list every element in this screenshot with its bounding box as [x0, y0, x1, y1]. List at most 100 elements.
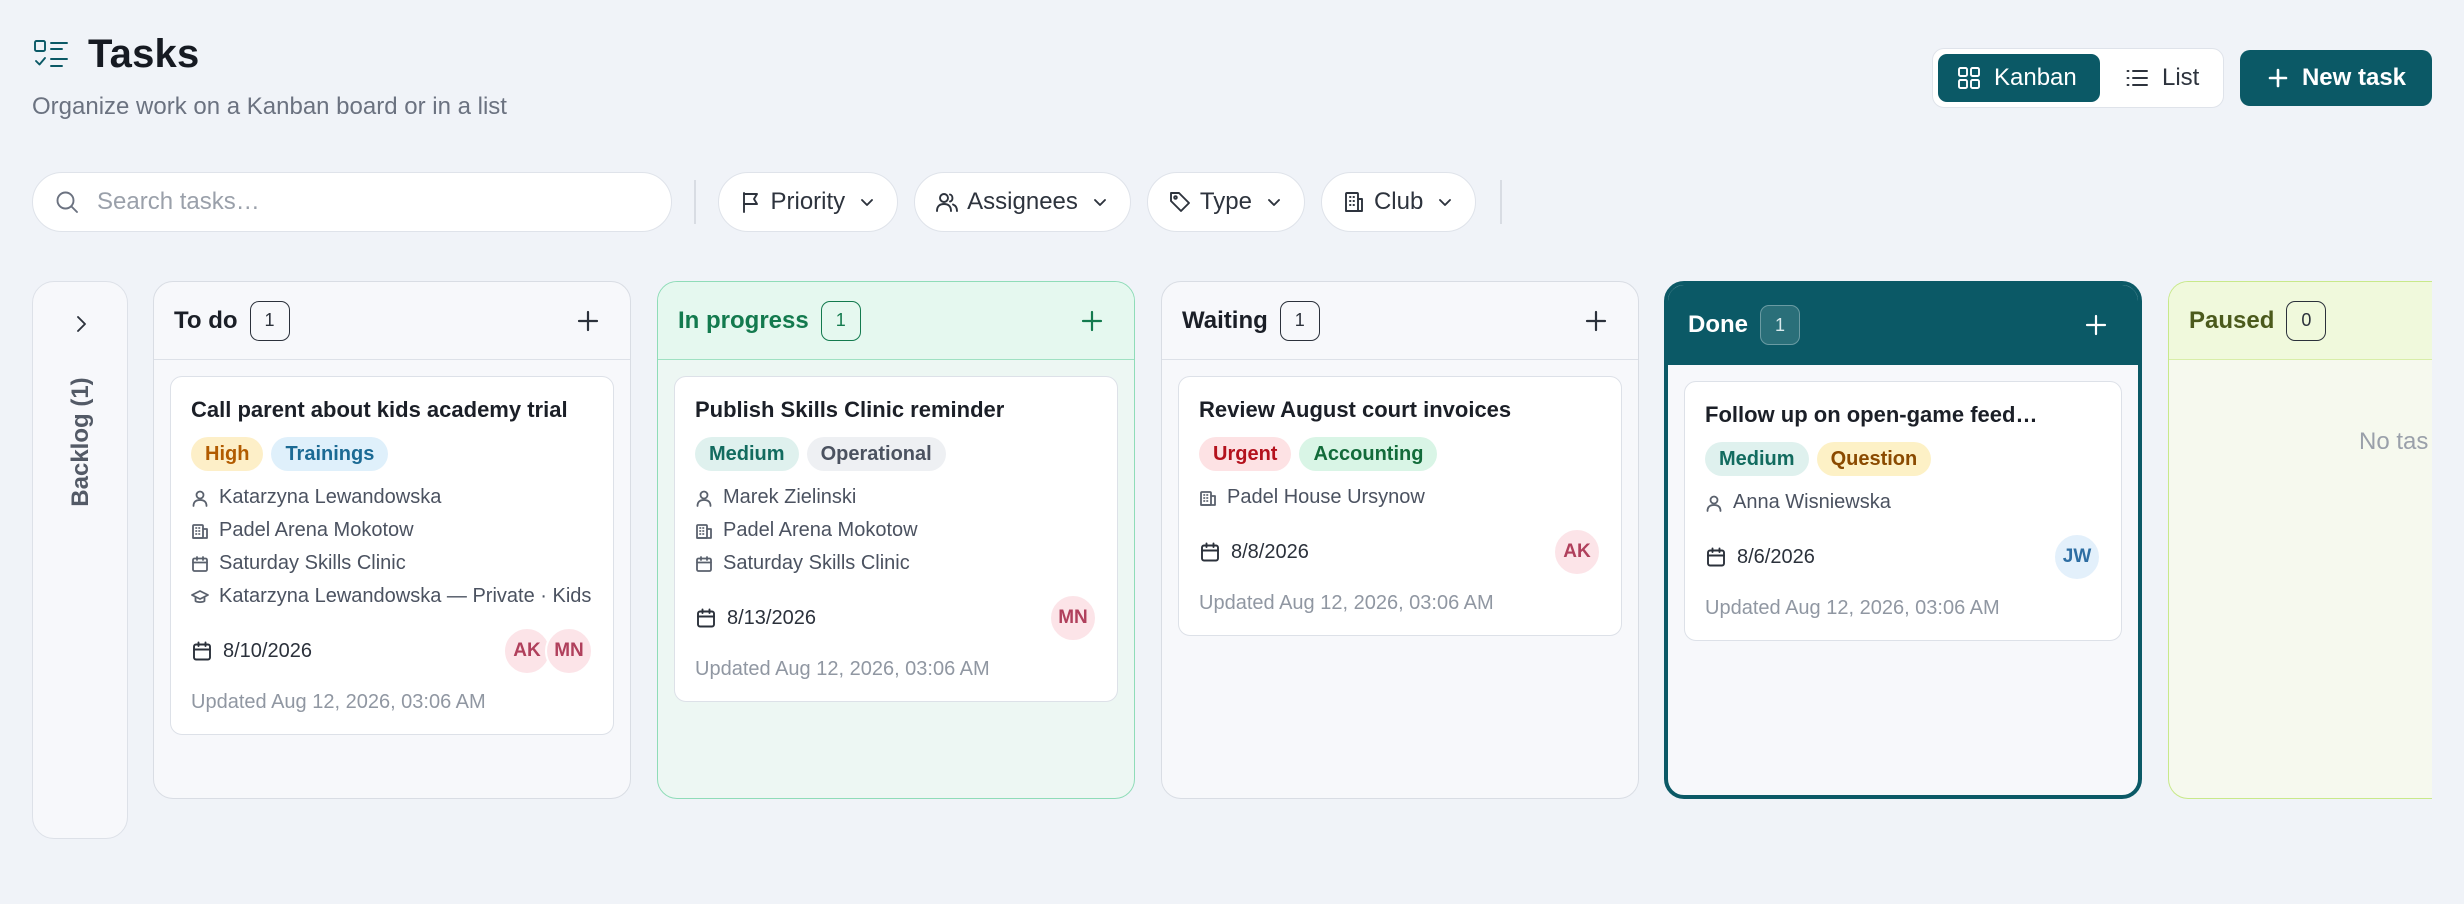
- avatar: AK: [503, 627, 551, 675]
- column-title: In progress: [678, 306, 809, 334]
- task-title: Publish Skills Clinic reminder: [695, 397, 1005, 422]
- priority-tag: Medium: [695, 437, 799, 471]
- building-icon: [1342, 190, 1366, 214]
- empty-state-text: No tas: [2359, 428, 2429, 455]
- page-title: Tasks: [88, 32, 200, 76]
- user-icon: [1705, 494, 1723, 512]
- due-date: 8/8/2026: [1199, 541, 1309, 564]
- task-title: Review August court invoices: [1199, 397, 1512, 422]
- column-todo: To do 1 Call parent about kids academy t…: [153, 281, 631, 799]
- due-date: 8/13/2026: [695, 607, 816, 630]
- backlog-label: Backlog (1): [67, 377, 94, 507]
- add-task-icon[interactable]: [1078, 307, 1106, 335]
- priority-label: Priority: [770, 188, 846, 215]
- divider: [694, 180, 696, 224]
- column-count: 1: [1760, 305, 1800, 345]
- chevron-down-icon: [1435, 192, 1455, 212]
- type-tag: Trainings: [271, 437, 389, 471]
- flag-icon: [739, 190, 763, 214]
- divider: [1500, 180, 1502, 224]
- plus-icon: [2266, 66, 2290, 90]
- column-header: Paused 0: [2169, 282, 2432, 360]
- due-date: 8/6/2026: [1705, 546, 1815, 569]
- column-done: Done 1 Follow up on open-game feed… Medi…: [1664, 281, 2142, 799]
- priority-filter[interactable]: Priority: [717, 172, 899, 232]
- search-box: [32, 172, 672, 232]
- backlog-column-collapsed[interactable]: Backlog (1): [32, 281, 128, 839]
- graduation-cap-icon: [191, 588, 209, 606]
- view-toggle: Kanban List: [1932, 48, 2224, 108]
- column-title: Paused: [2189, 306, 2275, 334]
- assignee-row: Anna Wisniewska: [1705, 486, 2101, 519]
- column-in-progress: In progress 1 Publish Skills Clinic remi…: [657, 281, 1135, 799]
- task-card[interactable]: Review August court invoices Urgent Acco…: [1178, 376, 1622, 636]
- building-icon: [695, 522, 713, 540]
- column-header: Waiting 1: [1162, 282, 1638, 360]
- new-task-button[interactable]: New task: [2240, 50, 2432, 106]
- column-title: Done: [1688, 311, 1748, 338]
- kanban-view-button[interactable]: Kanban: [1938, 54, 2100, 102]
- club-name: Padel House Ursynow: [1227, 486, 1425, 508]
- type-tag: Operational: [806, 437, 946, 471]
- column-waiting: Waiting 1 Review August court invoices U…: [1161, 281, 1639, 799]
- event-row: Saturday Skills Clinic: [191, 547, 593, 580]
- avatar: JW: [2053, 533, 2101, 581]
- column-header: Done 1: [1668, 285, 2138, 365]
- due-date-text: 8/10/2026: [223, 639, 312, 662]
- task-list-icon: [32, 36, 70, 74]
- type-tag: Question: [1816, 442, 1932, 476]
- chevron-down-icon: [1264, 192, 1284, 212]
- column-header: To do 1: [154, 282, 630, 360]
- due-date-text: 8/13/2026: [727, 606, 816, 629]
- avatar: MN: [545, 627, 593, 675]
- assignee-row: Marek Zielinski: [695, 481, 1097, 514]
- search-input[interactable]: [97, 188, 637, 216]
- kanban-label: Kanban: [1994, 64, 2077, 91]
- column-paused: Paused 0 No tas: [2168, 281, 2432, 799]
- tag-icon: [1168, 190, 1192, 214]
- type-filter[interactable]: Type: [1146, 172, 1305, 232]
- column-header: In progress 1: [658, 282, 1134, 360]
- updated-timestamp: Updated Aug 12, 2026, 03:06 AM: [191, 691, 486, 713]
- task-card[interactable]: Call parent about kids academy trial Hig…: [170, 376, 614, 735]
- assignee-name: Katarzyna Lewandowska: [219, 486, 442, 508]
- club-label: Club: [1373, 188, 1424, 215]
- new-task-label: New task: [2301, 64, 2407, 91]
- calendar-icon: [1705, 546, 1727, 568]
- building-icon: [191, 522, 209, 540]
- add-task-icon[interactable]: [2082, 311, 2110, 339]
- due-date: 8/10/2026: [191, 640, 312, 663]
- list-icon: [2124, 65, 2150, 91]
- chevron-right-icon[interactable]: [69, 312, 93, 336]
- search-icon: [53, 188, 81, 216]
- due-date-text: 8/8/2026: [1231, 540, 1309, 563]
- assignees-label: Assignees: [967, 188, 1078, 215]
- updated-timestamp: Updated Aug 12, 2026, 03:06 AM: [1705, 597, 2000, 619]
- user-icon: [695, 489, 713, 507]
- calendar-icon: [695, 555, 713, 573]
- calendar-icon: [695, 607, 717, 629]
- assignees-filter[interactable]: Assignees: [914, 172, 1131, 232]
- type-tag: Accounting: [1299, 437, 1438, 471]
- list-view-button[interactable]: List: [2106, 54, 2217, 102]
- task-title: Call parent about kids academy trial: [191, 397, 568, 422]
- add-task-icon[interactable]: [574, 307, 602, 335]
- updated-timestamp: Updated Aug 12, 2026, 03:06 AM: [1199, 592, 1494, 614]
- column-count: 1: [1279, 300, 1320, 341]
- club-row: Padel Arena Mokotow: [191, 514, 593, 547]
- chevron-down-icon: [857, 192, 877, 212]
- training-name: Katarzyna Lewandowska — Private · Kids: [219, 585, 592, 607]
- add-task-icon[interactable]: [1582, 307, 1610, 335]
- list-label: List: [2162, 64, 2200, 91]
- assignee-name: Marek Zielinski: [723, 486, 857, 508]
- task-card[interactable]: Publish Skills Clinic reminder Medium Op…: [674, 376, 1118, 702]
- club-name: Padel Arena Mokotow: [219, 519, 414, 541]
- priority-tag: Urgent: [1199, 437, 1292, 471]
- calendar-icon: [191, 555, 209, 573]
- filter-bar: Priority Assignees Type Club: [32, 172, 1502, 232]
- column-title: To do: [174, 306, 238, 334]
- club-name: Padel Arena Mokotow: [723, 519, 918, 541]
- task-card[interactable]: Follow up on open-game feed… Medium Ques…: [1684, 381, 2122, 641]
- club-filter[interactable]: Club: [1320, 172, 1477, 232]
- building-icon: [1199, 489, 1217, 507]
